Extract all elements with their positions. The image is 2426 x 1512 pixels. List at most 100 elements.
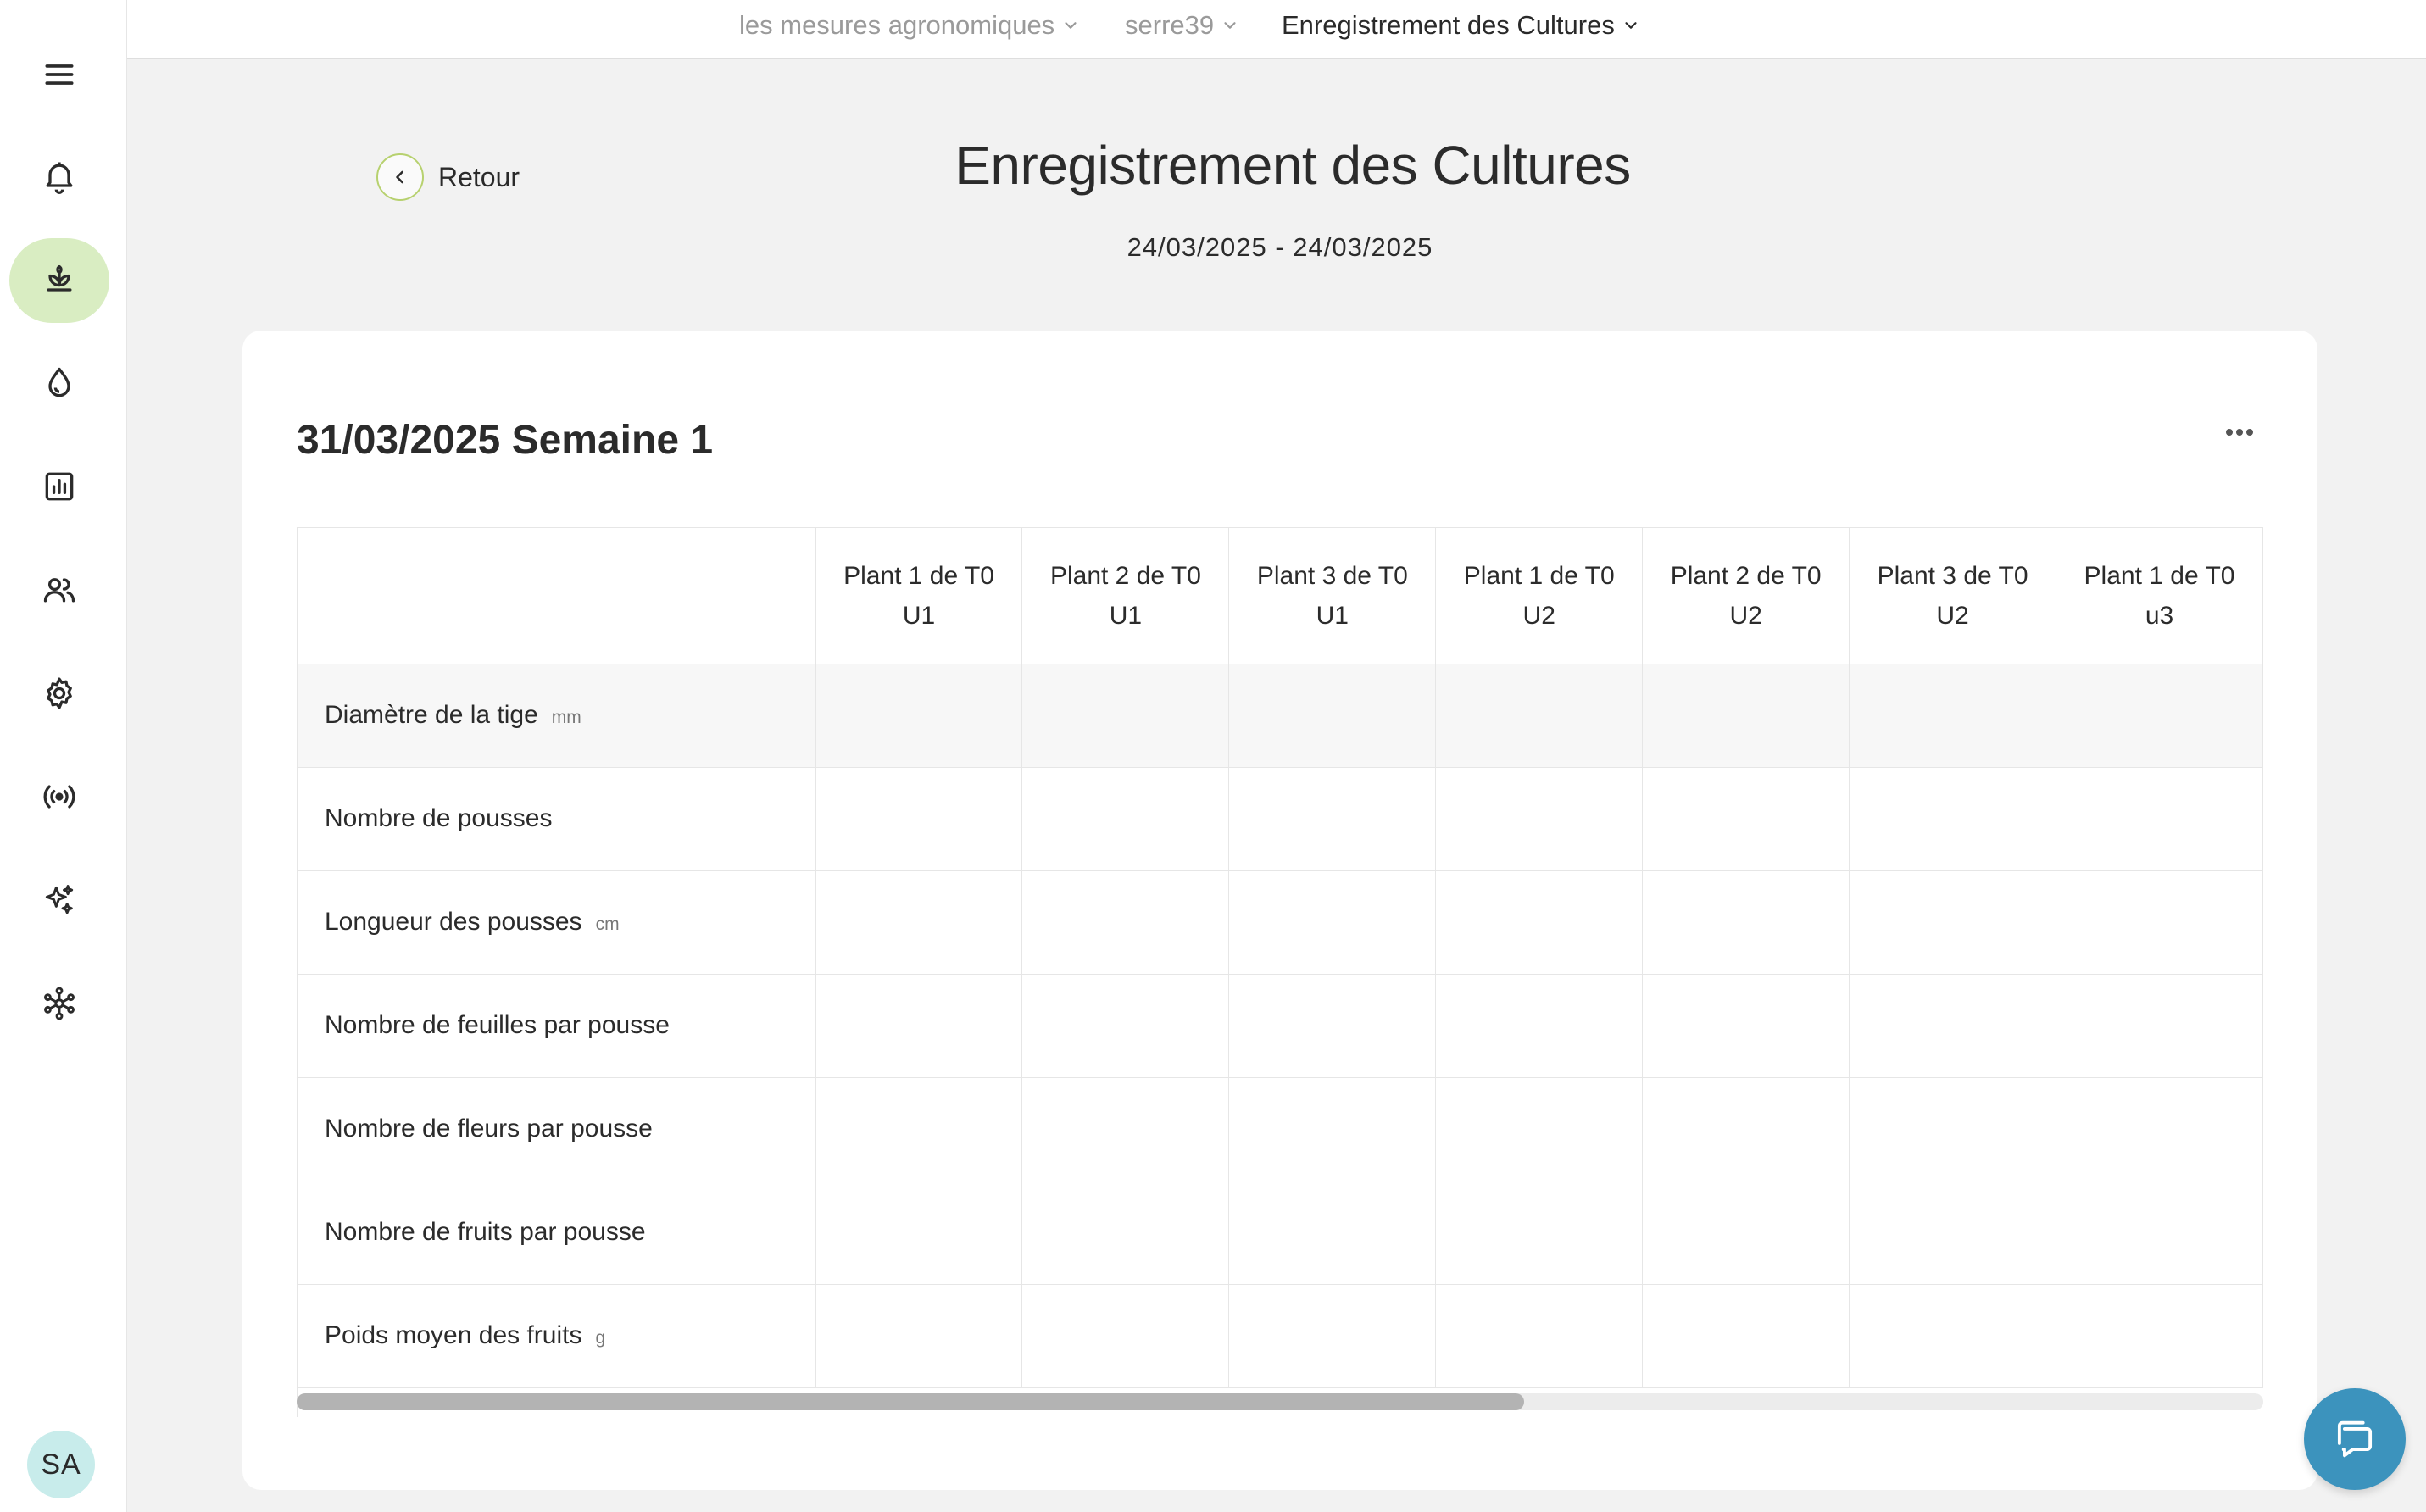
measurement-cell[interactable] xyxy=(1435,664,1644,768)
measurement-cell[interactable] xyxy=(1642,664,1850,768)
measurement-cell[interactable] xyxy=(1642,1077,1850,1181)
column-plant: Plant 2 de T0 xyxy=(1049,561,1201,590)
measurement-cell[interactable] xyxy=(815,664,1023,768)
measurement-cell[interactable] xyxy=(2056,1181,2263,1285)
measurement-cell[interactable] xyxy=(1021,870,1230,975)
measurement-cell[interactable] xyxy=(2056,664,2263,768)
column-plant: Plant 1 de T0 xyxy=(843,561,994,590)
measurement-cell[interactable] xyxy=(1642,767,1850,871)
measurement-cell[interactable] xyxy=(1642,1181,1850,1285)
sidebar-item-users[interactable] xyxy=(9,548,109,632)
sidebar-item-sensors[interactable] xyxy=(9,754,109,839)
sidebar-item-notifications[interactable] xyxy=(9,134,109,219)
row-label-text: Diamètre de la tige xyxy=(325,701,538,729)
table-row: Poids moyen des fruits g xyxy=(298,1284,2263,1388)
measurement-cell[interactable] xyxy=(1642,974,1850,1078)
column-header: Plant 2 de T0 U2 xyxy=(1642,528,1850,664)
horizontal-scrollbar[interactable] xyxy=(297,1393,2263,1410)
measurement-cell[interactable] xyxy=(2056,1077,2263,1181)
column-plant: Plant 3 de T0 xyxy=(1877,561,2028,590)
measurement-cell[interactable] xyxy=(1228,664,1437,768)
chevron-down-icon xyxy=(1224,22,1236,29)
scrollbar-thumb[interactable] xyxy=(297,1393,1524,1410)
network-icon xyxy=(44,987,75,1020)
column-unit: U2 xyxy=(1522,601,1555,630)
breadcrumb-label: serre39 xyxy=(1125,10,1215,40)
measurement-cell[interactable] xyxy=(815,870,1023,975)
breadcrumb-item-measures[interactable]: les mesures agronomiques xyxy=(739,7,1080,44)
column-plant: Plant 3 de T0 xyxy=(1256,561,1408,590)
measurement-cell[interactable] xyxy=(815,1284,1023,1388)
measurement-cell[interactable] xyxy=(2056,974,2263,1078)
measurement-cell[interactable] xyxy=(1849,664,2056,768)
sidebar-item-irrigation[interactable] xyxy=(9,341,109,425)
row-label: Poids moyen des fruits g xyxy=(298,1284,816,1388)
measurement-cell[interactable] xyxy=(1849,767,2056,871)
column-unit: U1 xyxy=(1316,601,1349,630)
bar-chart-icon xyxy=(45,472,74,501)
measurement-cell[interactable] xyxy=(1228,1181,1437,1285)
measurement-cell[interactable] xyxy=(1849,870,2056,975)
water-drop-icon xyxy=(48,367,70,397)
measurement-cell[interactable] xyxy=(1228,974,1437,1078)
measurement-cell[interactable] xyxy=(2056,767,2263,871)
measurement-cell[interactable] xyxy=(1435,1077,1644,1181)
sidebar-item-settings[interactable] xyxy=(9,651,109,736)
measurement-cell[interactable] xyxy=(1849,1284,2056,1388)
breadcrumb: les mesures agronomiques serre39 Enregis… xyxy=(127,0,2426,59)
breadcrumb-label: Enregistrement des Cultures xyxy=(1282,10,1615,40)
measurement-cell[interactable] xyxy=(815,974,1023,1078)
column-header: Plant 1 de T0 U2 xyxy=(1435,528,1644,664)
measurement-cell[interactable] xyxy=(1849,1181,2056,1285)
breadcrumb-item-current[interactable]: Enregistrement des Cultures xyxy=(1282,7,1640,44)
sidebar-item-ai[interactable] xyxy=(9,858,109,942)
more-options-button[interactable] xyxy=(2216,415,2263,449)
table-row: Nombre de feuilles par pousse xyxy=(298,974,2263,1078)
gear-icon xyxy=(47,677,72,709)
column-unit: U2 xyxy=(1729,601,1762,630)
column-unit: U1 xyxy=(1109,601,1143,630)
measurement-cell[interactable] xyxy=(1642,870,1850,975)
measurement-cell[interactable] xyxy=(1849,1077,2056,1181)
measurement-cell[interactable] xyxy=(815,767,1023,871)
measurement-cell[interactable] xyxy=(1435,974,1644,1078)
back-button[interactable]: Retour xyxy=(376,153,520,201)
column-unit: u3 xyxy=(2145,601,2174,630)
chat-support-button[interactable] xyxy=(2304,1388,2406,1490)
measurement-cell[interactable] xyxy=(1021,1181,1230,1285)
measurement-cell[interactable] xyxy=(1435,1181,1644,1285)
measurement-cell[interactable] xyxy=(1021,1284,1230,1388)
measurement-cell[interactable] xyxy=(1849,974,2056,1078)
measurement-cell[interactable] xyxy=(1021,974,1230,1078)
measurement-cell[interactable] xyxy=(815,1181,1023,1285)
measurement-cell[interactable] xyxy=(1021,767,1230,871)
measurement-cell[interactable] xyxy=(1435,767,1644,871)
sidebar-item-statistics[interactable] xyxy=(9,444,109,529)
measurements-table-viewport[interactable]: Plant 1 de T0 U1 Plant 2 de T0 U1 Plant 3 … xyxy=(297,527,2263,1417)
measurement-cell[interactable] xyxy=(1435,870,1644,975)
measurement-cell[interactable] xyxy=(1228,1284,1437,1388)
measurement-cell[interactable] xyxy=(1642,1284,1850,1388)
measurement-cell[interactable] xyxy=(1435,1284,1644,1388)
menu-button[interactable] xyxy=(9,32,109,117)
measurement-cell[interactable] xyxy=(1228,767,1437,871)
table-row: Longueur des pousses cm xyxy=(298,870,2263,975)
chevron-left-icon xyxy=(396,170,403,184)
measurement-cell[interactable] xyxy=(2056,1284,2263,1388)
measurement-cell[interactable] xyxy=(1228,870,1437,975)
date-range: 24/03/2025 - 24/03/2025 xyxy=(1127,232,1433,262)
measurement-cell[interactable] xyxy=(815,1077,1023,1181)
column-plant: Plant 2 de T0 xyxy=(1670,561,1822,590)
avatar[interactable]: SA xyxy=(27,1431,95,1498)
row-label-text: Longueur des pousses xyxy=(325,908,582,936)
column-header: Plant 3 de T0 U2 xyxy=(1849,528,2056,664)
sidebar-item-network[interactable] xyxy=(9,961,109,1046)
measurement-cell[interactable] xyxy=(1021,664,1230,768)
measurement-cell[interactable] xyxy=(2056,870,2263,975)
table-header-row: Plant 1 de T0 U1 Plant 2 de T0 U1 Plant 3 … xyxy=(298,528,2263,664)
measurement-cell[interactable] xyxy=(1021,1077,1230,1181)
breadcrumb-item-greenhouse[interactable]: serre39 xyxy=(1125,7,1239,44)
measurement-cell[interactable] xyxy=(1228,1077,1437,1181)
sidebar-item-cultures[interactable] xyxy=(9,238,109,323)
table-row: Nombre de pousses xyxy=(298,767,2263,871)
